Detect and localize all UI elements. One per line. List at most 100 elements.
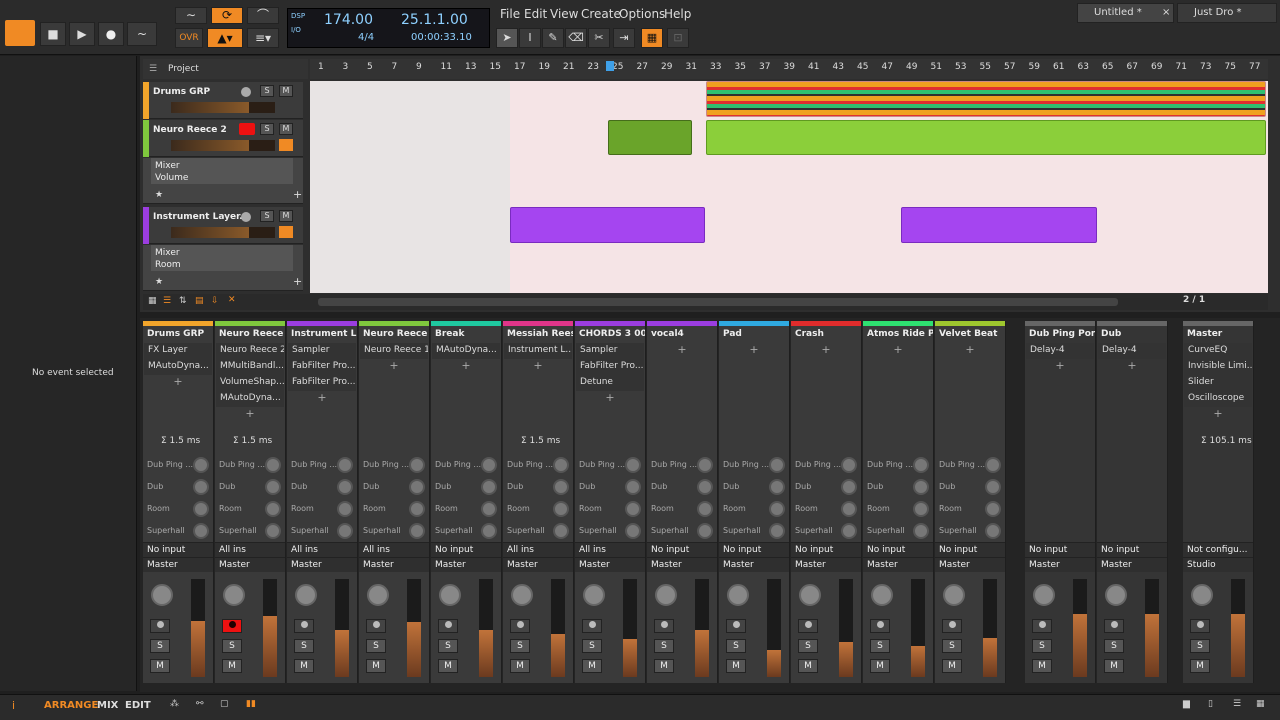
device-slot[interactable]: Neuro Reece 2 [216,343,284,359]
volume-fader[interactable] [171,140,275,151]
input-selector[interactable]: No input [431,542,501,557]
mute-button[interactable]: M [942,659,962,673]
add-device-icon[interactable]: + [719,343,789,359]
solo-button[interactable]: S [582,639,602,653]
volume-fader[interactable] [171,227,275,238]
strip-name[interactable]: Dub [1097,326,1167,342]
send-knob[interactable] [265,479,281,495]
input-selector[interactable]: All ins [215,542,285,557]
output-selector[interactable]: Master [719,557,789,572]
preroll-button[interactable]: ≡▾ [247,28,279,48]
solo-button[interactable]: S [438,639,458,653]
pointer-tool-icon[interactable]: ➤ [496,28,518,48]
level-meter[interactable] [983,579,997,677]
send-knob[interactable] [337,479,353,495]
send-knob[interactable] [265,523,281,539]
star-icon[interactable]: ★ [155,277,163,287]
device-slot[interactable]: FabFilter Pro... [576,359,644,375]
settings-icon[interactable]: ☰ [1233,699,1241,709]
tab-just-dro[interactable]: Just Dro * [1177,3,1277,23]
solo-button[interactable]: S [1104,639,1124,653]
mute-button[interactable]: M [654,659,674,673]
add-device-icon[interactable]: + [287,391,357,407]
clip-instrument-layer[interactable] [901,207,1097,243]
menu-help[interactable]: Help [664,7,691,21]
pan-knob[interactable] [1105,584,1127,606]
device-slot[interactable]: Instrument L... [504,343,572,359]
mixer-view-icon[interactable]: ⇅ [179,296,187,306]
send-knob[interactable] [625,457,641,473]
output-selector[interactable]: Master [215,557,285,572]
input-selector[interactable]: No input [791,542,861,557]
solo-button[interactable]: S [1190,639,1210,653]
mixer-strip[interactable]: Velvet Beat + Dub Ping ... Dub Room Superhall… [935,321,1006,683]
pan-knob[interactable] [1033,584,1055,606]
add-device-icon[interactable]: + [431,359,501,375]
clip-drums[interactable] [706,81,1266,117]
input-selector[interactable]: No input [863,542,933,557]
menu-view[interactable]: View [550,7,578,21]
send-knob[interactable] [841,501,857,517]
solo-button[interactable]: S [260,123,274,135]
mute-button[interactable]: M [726,659,746,673]
device-slot[interactable]: Sampler [576,343,644,359]
device-slot[interactable]: Slider [1184,375,1252,391]
add-device-icon[interactable]: + [791,343,861,359]
stop-button[interactable]: ■ [40,22,66,46]
mix-tab[interactable]: MIX [97,700,118,711]
send-knob[interactable] [985,523,1001,539]
record-arm-button[interactable] [1032,619,1052,633]
mute-button[interactable]: M [366,659,386,673]
solo-button[interactable]: S [510,639,530,653]
send-knob[interactable] [193,479,209,495]
automation-selector[interactable]: Mixer Room [151,245,293,271]
time-select-tool-icon[interactable]: I [519,28,541,48]
panel-icon[interactable]: ▮▮ [246,699,256,709]
output-selector[interactable]: Master [431,557,501,572]
strip-name[interactable]: vocal4 [647,326,717,342]
input-selector[interactable]: All ins [503,542,573,557]
send-knob[interactable] [841,457,857,473]
pan-knob[interactable] [511,584,533,606]
level-meter[interactable] [767,579,781,677]
output-selector[interactable]: Master [791,557,861,572]
volume-fader[interactable] [171,102,275,113]
level-meter[interactable] [911,579,925,677]
record-arm-button[interactable] [222,619,242,633]
add-device-icon[interactable]: + [935,343,1005,359]
link-icon[interactable]: ⚯ [196,699,204,709]
add-device-icon[interactable]: + [1097,359,1167,375]
strip-name[interactable]: Dub Ping Pong [1025,326,1095,342]
pan-knob[interactable] [367,584,389,606]
strip-name[interactable]: Velvet Beat [935,326,1005,342]
metronome-button[interactable]: ▲▾ [207,28,243,48]
output-selector[interactable]: Master [1025,557,1095,572]
send-knob[interactable] [625,523,641,539]
device-slot[interactable]: Sampler [288,343,356,359]
add-device-icon[interactable]: + [863,343,933,359]
level-meter[interactable] [1145,579,1159,677]
record-arm-button[interactable] [241,212,251,222]
solo-button[interactable]: S [942,639,962,653]
send-knob[interactable] [553,479,569,495]
grid-tool-icon[interactable]: ▦ [641,28,663,48]
track-neuro-reece-2[interactable]: Neuro Reece 2 S M [143,120,303,157]
record-arm-button[interactable] [239,123,255,135]
send-knob[interactable] [985,457,1001,473]
device-slot[interactable]: Invisible Limi... [1184,359,1252,375]
output-selector[interactable]: Master [647,557,717,572]
close-icon[interactable]: ✕ [228,295,236,305]
info-icon[interactable]: i [12,699,15,712]
mute-button[interactable]: M [438,659,458,673]
input-selector[interactable]: No input [719,542,789,557]
level-meter[interactable] [1073,579,1087,677]
mute-button[interactable]: M [294,659,314,673]
tempo-display[interactable]: 174.00 [324,12,373,28]
timeline-ruler[interactable]: 1 3 5 7 9 11 13 15 17 19 21 23 25 27 29 31 33 35 37 39 41 43 4… [310,59,1268,79]
clip-view-icon[interactable]: ▤ [195,296,204,306]
send-knob[interactable] [697,523,713,539]
close-icon[interactable]: × [1162,4,1170,22]
clip-instrument-layer[interactable] [510,207,705,243]
send-knob[interactable] [625,479,641,495]
punch-button[interactable]: ⌒ [247,7,279,24]
